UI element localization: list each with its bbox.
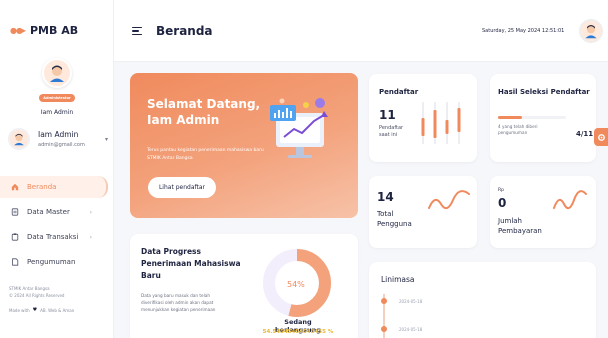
selection-progress-bar: [498, 116, 566, 119]
header-datetime: Saturday, 25 May 2024 12:51:01: [482, 28, 565, 34]
admission-progress-card: Data Progress Penerimaan Mahasiswa Baru …: [130, 234, 358, 338]
registrants-label: Pendaftar saat ini: [379, 125, 404, 138]
sidebar-username: Iam Admin: [40, 109, 74, 116]
user-illustration-icon: [585, 25, 597, 39]
sidebar-item-label: Data Master: [27, 208, 70, 216]
payments-card: Rp 0 Jumlah Pembayaran: [490, 176, 596, 248]
sidebar-item-label: Pengumuman: [27, 258, 76, 266]
currency-label: Rp: [498, 188, 504, 193]
selection-result-card: Hasil Seleksi Pendaftar 4 yang telah dib…: [490, 74, 596, 162]
card-title: Pendaftar: [379, 88, 419, 96]
sidebar-item-data-transaksi[interactable]: Data Transaksi ›: [0, 226, 114, 248]
sidebar-item-data-master[interactable]: Data Master ›: [0, 201, 114, 223]
timeline-card: Linimasa 2024-05-18 2024-05-18: [369, 262, 596, 338]
users-label: Total Pengguna: [377, 209, 412, 229]
footer-made-with: Made with ♥ AB. Web & Aman: [9, 307, 74, 314]
trend-line-icon: [553, 190, 587, 210]
progress-title-line3: Baru: [141, 271, 161, 280]
brand-logo-icon: ●●▸: [10, 26, 26, 35]
sidebar-item-beranda[interactable]: Beranda: [0, 176, 108, 198]
footer-made-suffix: AB. Web & Aman: [40, 308, 75, 313]
payments-label-line2: Pembayaran: [498, 227, 542, 235]
footer-org: STMIK Antar Bangsa: [9, 286, 50, 291]
sidebar-item-pengumuman[interactable]: Pengumuman: [0, 251, 114, 273]
selection-note: 4 yang telah diberi pengumuman: [498, 124, 538, 135]
home-icon: [11, 183, 19, 191]
view-registrants-button[interactable]: Lihat pendaftar: [148, 177, 216, 198]
user-illustration-icon: [14, 133, 24, 146]
payments-label: Jumlah Pembayaran: [498, 216, 542, 236]
progress-status-value: 54.54545454545455 %: [262, 329, 334, 335]
progress-percent: 54%: [287, 280, 305, 289]
card-title: Data Progress Penerimaan Mahasiswa Baru: [141, 246, 241, 282]
user-name: Iam Admin: [38, 130, 79, 139]
file-icon: [11, 258, 19, 266]
page-title: Beranda: [156, 24, 213, 38]
user-email: admin@gmail.com: [38, 142, 85, 148]
timeline-dot: [381, 326, 387, 332]
welcome-card: Selamat Datang, Iam Admin Terus pantau k…: [130, 73, 358, 218]
selection-count: 4/11: [576, 130, 594, 138]
progress-title-line2: Penerimaan Mahasiswa: [141, 259, 241, 268]
payments-total: 0: [498, 196, 507, 210]
brand-name: PMB AB: [29, 24, 79, 37]
registrants-count: 11: [379, 108, 396, 122]
document-icon: [11, 208, 19, 216]
users-label-line2: Pengguna: [377, 220, 412, 228]
footer-made-prefix: Made with: [9, 308, 30, 313]
card-title: Linimasa: [381, 275, 415, 284]
welcome-title-line1: Selamat Datang,: [147, 97, 261, 111]
user-menu[interactable]: Iam Admin admin@gmail.com ▾: [8, 128, 108, 150]
clipboard-icon: [11, 233, 19, 241]
heart-icon: ♥: [32, 307, 38, 313]
timeline-date: 2024-05-18: [399, 327, 423, 332]
welcome-title-line2: Iam Admin: [147, 113, 220, 127]
payments-label-line1: Jumlah: [498, 217, 522, 225]
welcome-title: Selamat Datang, Iam Admin: [147, 96, 260, 128]
welcome-subtitle: Terus pantau kegiatan penerimaan mahasis…: [147, 148, 264, 161]
selection-progress-fill: [498, 116, 523, 119]
chevron-right-icon: ›: [89, 233, 92, 241]
sidebar-item-label: Beranda: [27, 183, 57, 191]
menu-toggle-icon[interactable]: [132, 27, 142, 35]
user-illustration-icon: [50, 65, 64, 82]
users-card: 14 Total Pengguna: [369, 176, 477, 248]
analytics-illustration-icon: [270, 98, 328, 158]
top-header: Beranda Saturday, 25 May 2024 12:51:01: [114, 0, 608, 62]
users-label-line1: Total: [377, 210, 394, 218]
sidebar-avatar: [42, 58, 72, 88]
candlestick-chart-icon: [421, 102, 461, 144]
sidebar-item-label: Data Transaksi: [27, 233, 79, 241]
settings-gear-icon[interactable]: [594, 128, 608, 146]
timeline-dot: [381, 298, 387, 304]
timeline-date: 2024-05-18: [399, 299, 423, 304]
card-title: Hasil Seleksi Pendaftar: [498, 88, 590, 96]
footer-copyright: © 2024 All Rights Reserved: [9, 293, 65, 298]
sidebar-nav: Beranda Data Master › Data Transaksi › P…: [0, 176, 114, 276]
registrants-card: Pendaftar 11 Pendaftar saat ini: [369, 74, 477, 162]
chevron-right-icon: ›: [89, 208, 92, 216]
sidebar-footer: STMIK Antar Bangsa © 2024 All Rights Res…: [9, 285, 74, 314]
brand[interactable]: ●●▸ PMB AB: [10, 24, 78, 37]
sidebar: ●●▸ PMB AB Administrator Iam Admin Iam A…: [0, 0, 114, 338]
chevron-down-icon: ▾: [104, 136, 108, 143]
progress-title-line1: Data Progress: [141, 247, 201, 256]
users-count: 14: [377, 190, 394, 204]
progress-description: Data yang baru masuk dan telah diverifik…: [141, 293, 216, 312]
header-avatar[interactable]: [579, 19, 603, 43]
role-badge: Administrator: [39, 94, 75, 102]
avatar: [8, 128, 30, 150]
trend-line-icon: [428, 190, 470, 210]
